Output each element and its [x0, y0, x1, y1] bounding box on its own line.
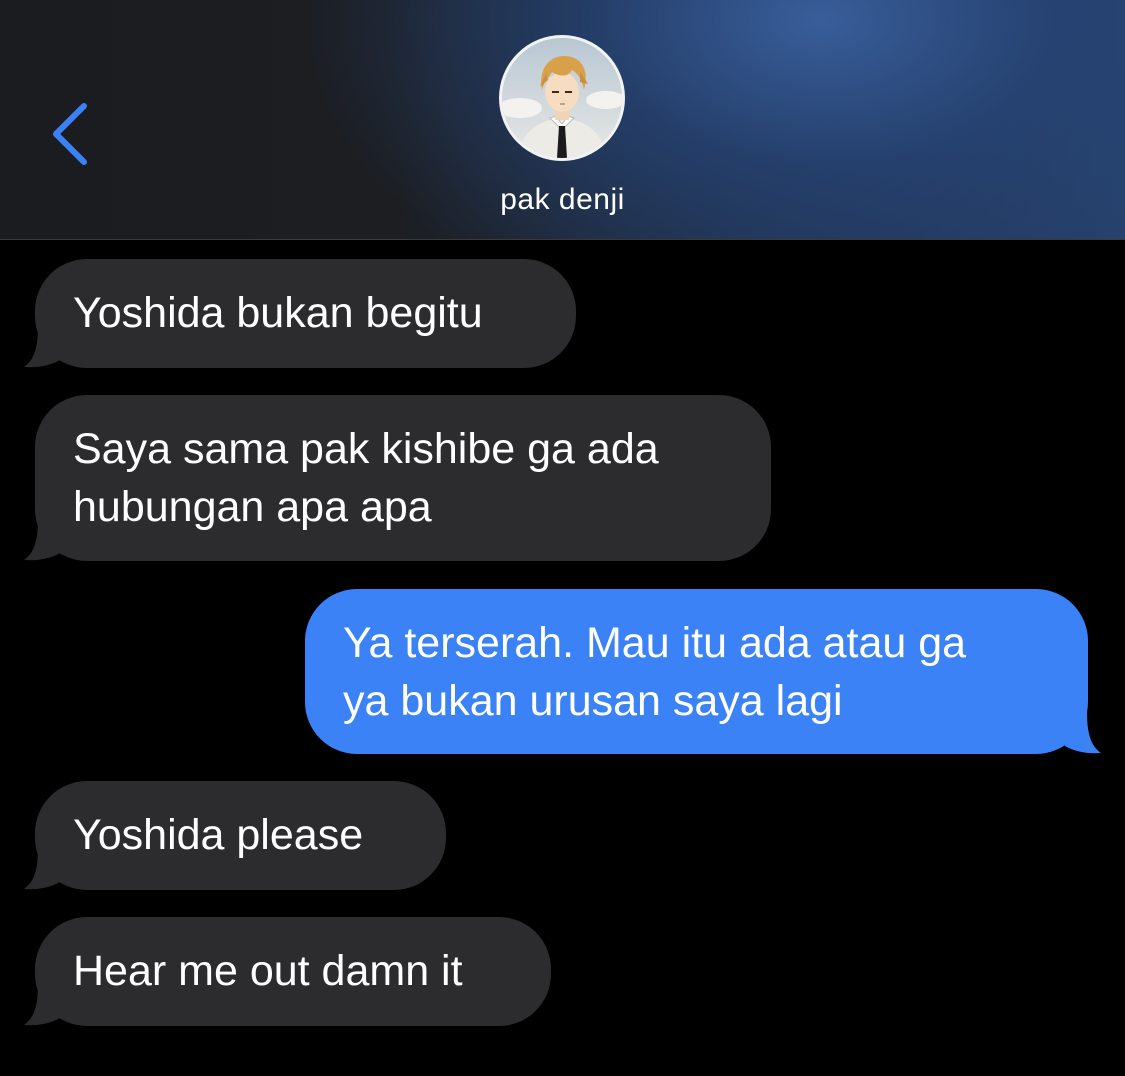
contact-avatar[interactable] — [499, 35, 625, 161]
incoming-message-bubble[interactable]: Saya sama pak kishibe ga ada hubungan ap… — [35, 395, 771, 561]
incoming-message-bubble[interactable]: Yoshida please — [35, 781, 446, 890]
message-text-line: hubungan apa apa — [73, 483, 432, 531]
message-text: Yoshida please — [73, 811, 364, 859]
outgoing-message-bubble[interactable]: Ya terserah. Mau itu ada atau ga ya buka… — [305, 589, 1088, 754]
message-text-line: ya bukan urusan saya lagi — [343, 677, 843, 725]
conversation-screen: pak denji Yoshida bukan begitu Saya sama… — [0, 0, 1125, 1076]
back-button[interactable] — [44, 96, 104, 172]
message-text-line: Saya sama pak kishibe ga ada — [73, 425, 659, 473]
incoming-message-bubble[interactable]: Yoshida bukan begitu — [35, 259, 576, 368]
contact-name[interactable]: pak denji — [0, 183, 1125, 217]
message-text-line: Ya terserah. Mau itu ada atau ga — [343, 619, 967, 667]
message-text: Yoshida bukan begitu — [73, 289, 483, 337]
conversation-header: pak denji — [0, 0, 1125, 240]
chevron-left-icon — [53, 103, 87, 165]
message-text: Hear me out damn it — [73, 947, 463, 995]
contact-avatar-image — [502, 38, 622, 158]
incoming-message-bubble[interactable]: Hear me out damn it — [35, 917, 551, 1026]
